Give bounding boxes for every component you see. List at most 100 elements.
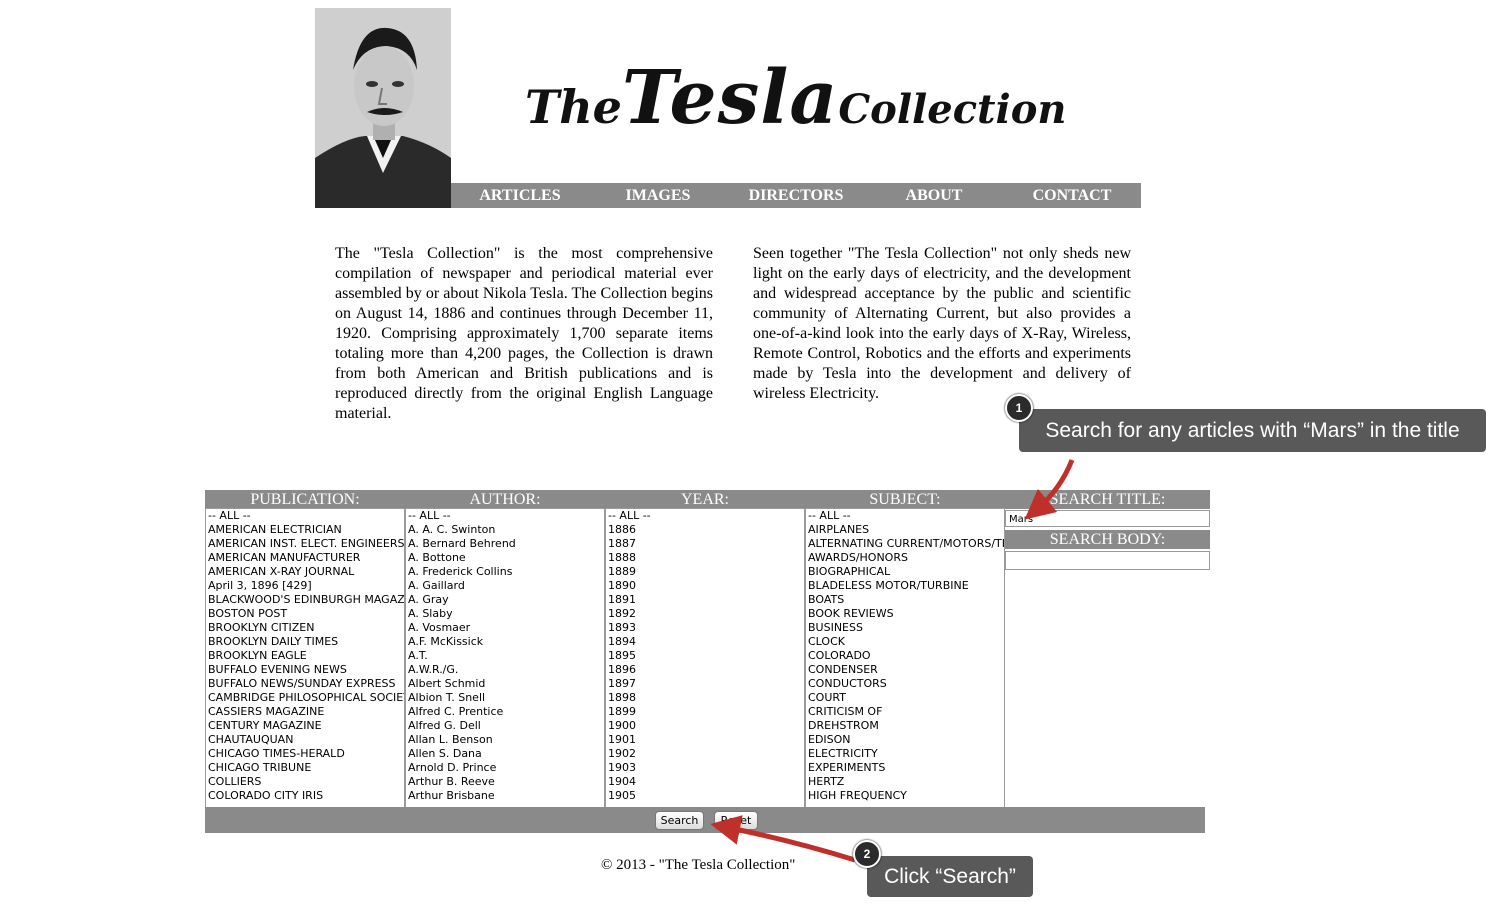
list-option[interactable]: A. A. C. Swinton [406,523,604,537]
list-option[interactable]: BROOKLYN EAGLE [206,649,404,663]
list-option[interactable]: CHICAGO TIMES-HERALD [206,747,404,761]
list-option[interactable]: A. Gray [406,593,604,607]
subject-listbox[interactable]: -- ALL -- AIRPLANES ALTERNATING CURRENT/MO… [805,508,1005,809]
publication-listbox[interactable]: -- ALL -- AMERICAN ELECTRICIAN AMERICAN IN… [205,508,405,809]
list-option[interactable]: ALTERNATING CURRENT/MOTORS/TR [806,537,1004,551]
list-option[interactable]: BOOK REVIEWS [806,607,1004,621]
list-option[interactable]: AMERICAN ELECTRICIAN [206,523,404,537]
list-option[interactable]: A. Slaby [406,607,604,621]
list-option[interactable]: 1887 [606,537,804,551]
list-option[interactable]: 1888 [606,551,804,565]
list-option[interactable]: -- ALL -- [806,509,1004,523]
list-option[interactable]: CAMBRIDGE PHILOSOPHICAL SOCIETY [206,691,404,705]
reset-button[interactable]: Reset [714,811,758,830]
list-option[interactable]: DREHSTROM [806,719,1004,733]
list-option[interactable]: 1893 [606,621,804,635]
list-option[interactable]: COURT [806,691,1004,705]
list-option[interactable]: HERTZ [806,775,1004,789]
list-option[interactable]: Alfred C. Prentice [406,705,604,719]
list-option[interactable]: Allan L. Benson [406,733,604,747]
list-option[interactable]: A. Bernard Behrend [406,537,604,551]
list-option[interactable]: EXPERIMENTS [806,761,1004,775]
list-option[interactable]: CLOCK [806,635,1004,649]
list-option[interactable]: A. Frederick Collins [406,565,604,579]
year-listbox[interactable]: -- ALL -- 1886 1887 1888 1889 1890 1891 1892 189… [605,508,805,809]
list-option[interactable]: A.W.R./G. [406,663,604,677]
list-option[interactable]: 1894 [606,635,804,649]
list-option[interactable]: 1898 [606,691,804,705]
list-option[interactable]: -- ALL -- [606,509,804,523]
list-option[interactable]: BUFFALO NEWS/SUNDAY EXPRESS [206,677,404,691]
list-option[interactable]: 1895 [606,649,804,663]
list-option[interactable]: BUFFALO EVENING NEWS [206,663,404,677]
list-option[interactable]: 1889 [606,565,804,579]
list-option[interactable]: 1901 [606,733,804,747]
list-option[interactable]: 1886 [606,523,804,537]
list-option[interactable]: 1892 [606,607,804,621]
list-option[interactable]: EDISON [806,733,1004,747]
list-option[interactable]: AMERICAN INST. ELECT. ENGINEERS - [206,537,404,551]
list-option[interactable]: Arthur B. Reeve [406,775,604,789]
list-option[interactable]: CRITICISM OF [806,705,1004,719]
list-option[interactable]: -- ALL -- [206,509,404,523]
list-option[interactable]: 1903 [606,761,804,775]
list-option[interactable]: 1896 [606,663,804,677]
list-option[interactable]: Arthur Brisbane [406,789,604,803]
list-option[interactable]: HIGH FREQUENCY [806,789,1004,803]
search-title-input[interactable]: Mars [1005,510,1210,527]
author-listbox[interactable]: -- ALL -- A. A. C. Swinton A. Bernard Behr… [405,508,605,809]
list-option[interactable]: BROOKLYN CITIZEN [206,621,404,635]
site-logo[interactable]: TheTeslaCollection [525,55,1067,141]
list-option[interactable]: AWARDS/HONORS [806,551,1004,565]
list-option[interactable]: BROOKLYN DAILY TIMES [206,635,404,649]
list-option[interactable]: COLORADO CITY IRIS [206,789,404,803]
list-option[interactable]: A. Vosmaer [406,621,604,635]
list-option[interactable]: CHICAGO TRIBUNE [206,761,404,775]
list-option[interactable]: A. Gaillard [406,579,604,593]
annotation-callout-2: Click “Search” [867,856,1033,897]
list-option[interactable]: Alfred G. Dell [406,719,604,733]
list-option[interactable]: Albert Schmid [406,677,604,691]
nav-directors[interactable]: DIRECTORS [727,183,865,208]
search-body-input[interactable] [1005,551,1210,570]
list-option[interactable]: BOATS [806,593,1004,607]
list-option[interactable]: 1900 [606,719,804,733]
list-option[interactable]: AIRPLANES [806,523,1004,537]
list-option[interactable]: A. Bottone [406,551,604,565]
list-option[interactable]: 1904 [606,775,804,789]
nav-images[interactable]: IMAGES [589,183,727,208]
intro-paragraph-right: Seen together "The Tesla Collection" not… [753,245,1131,402]
list-option[interactable]: -- ALL -- [406,509,604,523]
list-option[interactable]: CHAUTAUQUAN [206,733,404,747]
list-option[interactable]: CENTURY MAGAZINE [206,719,404,733]
list-option[interactable]: COLLIERS [206,775,404,789]
list-option[interactable]: A.F. McKissick [406,635,604,649]
list-option[interactable]: ELECTRICITY [806,747,1004,761]
list-option[interactable]: Allen S. Dana [406,747,604,761]
list-option[interactable]: 1902 [606,747,804,761]
list-option[interactable]: BIOGRAPHICAL [806,565,1004,579]
list-option[interactable]: A.T. [406,649,604,663]
list-option[interactable]: April 3, 1896 [429] [206,579,404,593]
list-option[interactable]: BOSTON POST [206,607,404,621]
nav-articles[interactable]: ARTICLES [451,183,589,208]
list-option[interactable]: BUSINESS [806,621,1004,635]
list-option[interactable]: 1905 [606,789,804,803]
list-option[interactable]: 1899 [606,705,804,719]
list-option[interactable]: 1897 [606,677,804,691]
nav-about[interactable]: ABOUT [865,183,1003,208]
list-option[interactable]: CASSIERS MAGAZINE [206,705,404,719]
list-option[interactable]: CONDENSER [806,663,1004,677]
nav-contact[interactable]: CONTACT [1003,183,1141,208]
search-button[interactable]: Search [655,811,704,830]
list-option[interactable]: AMERICAN X-RAY JOURNAL [206,565,404,579]
list-option[interactable]: CONDUCTORS [806,677,1004,691]
list-option[interactable]: BLACKWOOD'S EDINBURGH MAGAZIN [206,593,404,607]
list-option[interactable]: COLORADO [806,649,1004,663]
list-option[interactable]: AMERICAN MANUFACTURER [206,551,404,565]
list-option[interactable]: Arnold D. Prince [406,761,604,775]
list-option[interactable]: 1891 [606,593,804,607]
list-option[interactable]: 1890 [606,579,804,593]
list-option[interactable]: Albion T. Snell [406,691,604,705]
list-option[interactable]: BLADELESS MOTOR/TURBINE [806,579,1004,593]
